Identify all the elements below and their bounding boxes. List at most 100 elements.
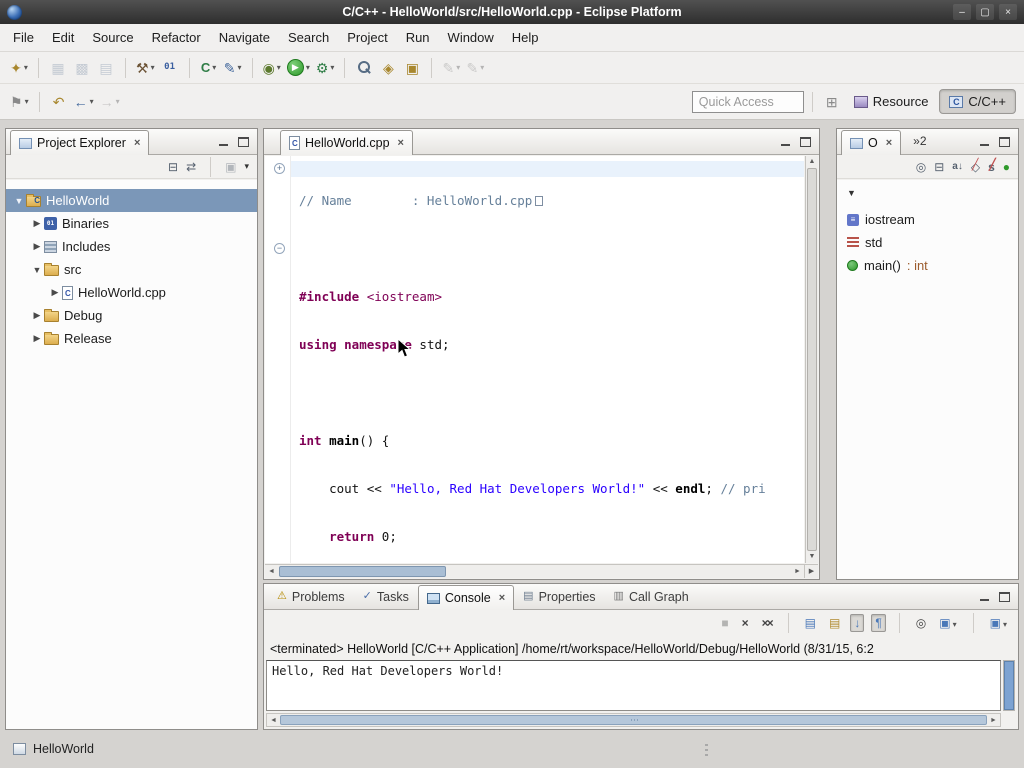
minimize-view-button[interactable] <box>780 137 791 147</box>
expander-icon[interactable]: ▶ <box>30 241 44 252</box>
scroll-right-arrow-icon[interactable]: ► <box>791 565 804 578</box>
tab-console[interactable]: Console × <box>418 585 514 610</box>
scroll-lock-button[interactable]: ↓ <box>850 614 864 632</box>
build-active-config-button[interactable]: 01 <box>159 56 181 80</box>
outline-item-main[interactable]: main() : int <box>837 254 1018 277</box>
sort-button[interactable]: a↓ <box>952 162 963 172</box>
build-all-button[interactable]: ⚒ <box>134 56 157 80</box>
tree-item-src[interactable]: ▼ src <box>6 258 257 281</box>
fold-expanded-icon[interactable]: − <box>274 243 285 254</box>
editor-scroll-corner[interactable]: ▶ <box>804 564 818 578</box>
scroll-left-arrow-icon[interactable]: ◄ <box>267 714 280 726</box>
save-all-button[interactable]: ▩ <box>71 56 93 80</box>
minimize-window-button[interactable]: – <box>953 4 971 20</box>
remove-all-terminated-button[interactable]: ×× <box>759 615 775 631</box>
word-wrap-button[interactable]: ¶ <box>871 614 885 632</box>
perspective-resource-button[interactable]: Resource <box>845 90 938 113</box>
hide-non-public-button[interactable]: ● <box>1003 161 1010 173</box>
tree-item-debug[interactable]: ▶ Debug <box>6 304 257 327</box>
trim-drag-handle[interactable] <box>705 744 708 758</box>
menu-project[interactable]: Project <box>338 25 396 50</box>
outline-item-iostream[interactable]: iostream <box>837 208 1018 231</box>
view-menu-button[interactable]: ▾ <box>244 162 249 171</box>
collapse-all-button[interactable]: ⊟ <box>934 161 944 173</box>
code-editor[interactable]: + − // Name : HelloWorld.cpp #include <i… <box>265 156 804 563</box>
display-console-button[interactable]: ▣ <box>936 615 959 631</box>
tab-problems[interactable]: ⚠ Problems <box>268 584 354 609</box>
tab-outline[interactable]: O × <box>841 130 901 155</box>
back-button[interactable]: ← <box>72 90 96 114</box>
terminate-button[interactable]: ■ <box>718 615 731 631</box>
tab-tasks[interactable]: ✓ Tasks <box>354 584 418 609</box>
new-source-file-button[interactable]: ✎ <box>222 56 244 80</box>
tree-item-helloworld-cpp[interactable]: ▶ HelloWorld.cpp <box>6 281 257 304</box>
editor-vertical-scrollbar[interactable]: ▲ ▼ <box>805 156 818 563</box>
close-icon[interactable]: × <box>499 593 505 604</box>
scroll-down-arrow-icon[interactable]: ▼ <box>806 551 818 563</box>
tab-helloworld-cpp[interactable]: HelloWorld.cpp × <box>280 130 413 155</box>
show-stdout-button[interactable]: ▤ <box>802 615 819 631</box>
tree-item-release[interactable]: ▶ Release <box>6 327 257 350</box>
expander-icon[interactable]: ▶ <box>48 287 62 298</box>
minimize-view-button[interactable] <box>979 592 990 602</box>
scrollbar-thumb[interactable] <box>1004 661 1014 710</box>
menu-window[interactable]: Window <box>439 25 503 50</box>
scroll-left-arrow-icon[interactable]: ◄ <box>265 565 278 578</box>
new-class-button[interactable]: C <box>198 56 220 80</box>
hide-fields-button[interactable]: ◇ <box>971 161 980 173</box>
menu-refactor[interactable]: Refactor <box>143 25 210 50</box>
save-button[interactable]: ▦ <box>47 56 69 80</box>
forward-button[interactable]: → <box>98 90 122 114</box>
perspective-cpp-button[interactable]: C/C++ <box>939 89 1016 114</box>
expander-icon[interactable]: ▶ <box>30 333 44 344</box>
expander-icon[interactable]: ▼ <box>12 196 26 206</box>
menu-edit[interactable]: Edit <box>43 25 83 50</box>
focus-icon[interactable]: ◎ <box>916 161 926 173</box>
search-button[interactable] <box>353 56 375 80</box>
outline-root-caret-icon[interactable]: ▼ <box>847 188 1018 198</box>
menu-run[interactable]: Run <box>397 25 439 50</box>
fold-collapsed-icon[interactable]: + <box>274 163 285 174</box>
debug-button[interactable]: ◉ <box>261 56 283 80</box>
console-horizontal-scrollbar[interactable]: ◄ ► <box>266 713 1001 727</box>
open-console-button[interactable]: ▣ <box>987 615 1010 631</box>
scrollbar-thumb[interactable] <box>280 715 987 725</box>
expander-icon[interactable]: ▶ <box>30 218 44 229</box>
print-button[interactable]: ▤ <box>95 56 117 80</box>
last-edit-location-button[interactable]: ↶ <box>48 90 70 114</box>
tree-item-includes[interactable]: ▶ Includes <box>6 235 257 258</box>
quick-access-input[interactable] <box>692 91 804 113</box>
outline-item-std[interactable]: std <box>837 231 1018 254</box>
scrollbar-thumb[interactable] <box>279 566 446 577</box>
minimize-view-button[interactable] <box>979 137 990 147</box>
run-button[interactable]: ▶ <box>285 56 312 80</box>
close-icon[interactable]: × <box>398 138 404 149</box>
tree-item-binaries[interactable]: ▶ Binaries <box>6 212 257 235</box>
code-text[interactable]: // Name : HelloWorld.cpp #include <iostr… <box>291 156 804 563</box>
show-stderr-button[interactable]: ▤ <box>826 615 843 631</box>
collapse-all-button[interactable]: ⊟ <box>168 161 178 173</box>
menu-search[interactable]: Search <box>279 25 338 50</box>
maximize-window-button[interactable]: ▢ <box>976 4 994 20</box>
previous-annotation-button[interactable]: ✎ <box>464 56 486 80</box>
open-resource-button[interactable]: ▣ <box>401 56 423 80</box>
maximize-view-button[interactable] <box>238 137 249 147</box>
next-annotation-button[interactable]: ✎ <box>440 56 462 80</box>
close-icon[interactable]: × <box>134 138 140 149</box>
console-vertical-scrollbar[interactable] <box>1003 660 1015 711</box>
tab-project-explorer[interactable]: Project Explorer × <box>10 130 149 155</box>
expander-icon[interactable]: ▼ <box>30 265 44 275</box>
link-with-editor-button[interactable]: ⇄ <box>186 161 196 173</box>
tab-call-graph[interactable]: ▥ Call Graph <box>605 584 698 609</box>
close-window-button[interactable]: × <box>999 4 1017 20</box>
menu-file[interactable]: File <box>4 25 43 50</box>
external-tools-button[interactable]: ⚙ <box>314 56 337 80</box>
close-icon[interactable]: × <box>886 138 892 149</box>
new-wizard-button[interactable]: ✦ <box>8 56 30 80</box>
tab-properties[interactable]: ▤ Properties <box>514 584 604 609</box>
folded-region-box[interactable] <box>535 196 543 206</box>
editor-horizontal-scrollbar[interactable]: ◄ ► <box>265 564 804 578</box>
pin-console-button[interactable]: ◎ <box>913 615 929 631</box>
maximize-view-button[interactable] <box>999 592 1010 602</box>
menu-help[interactable]: Help <box>503 25 548 50</box>
